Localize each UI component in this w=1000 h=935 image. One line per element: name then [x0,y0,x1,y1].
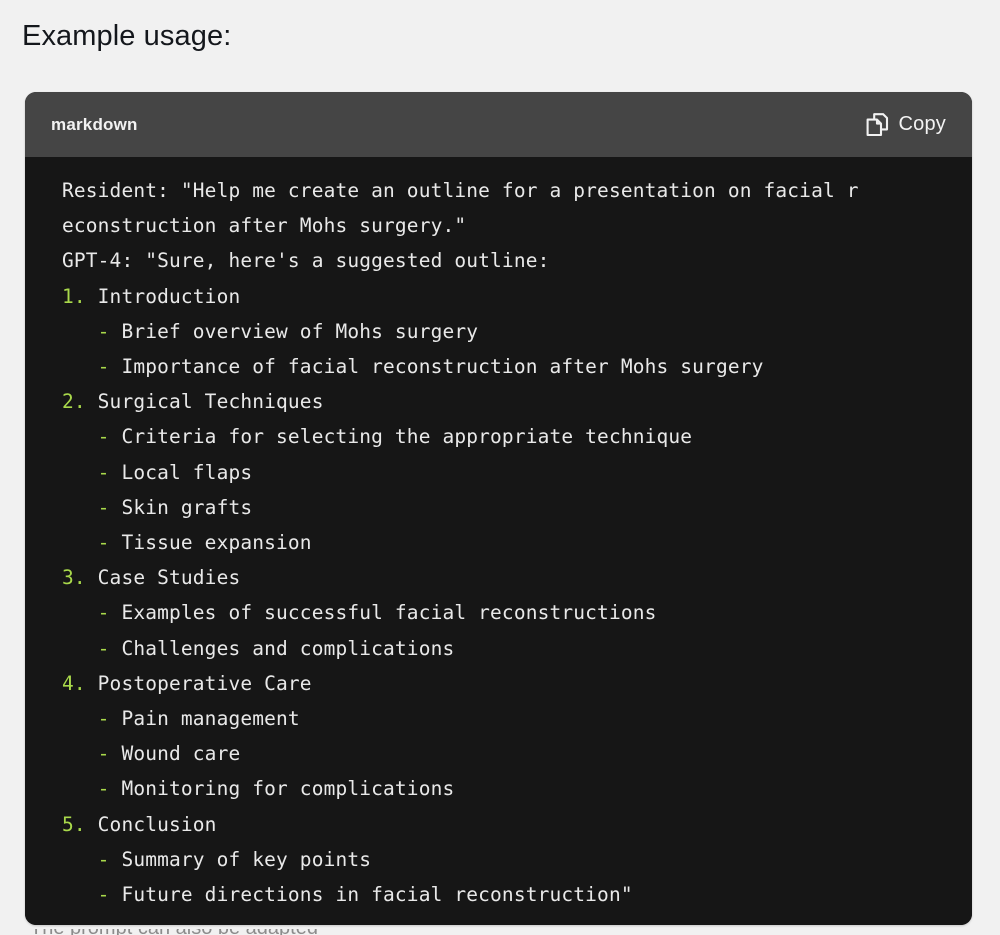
code-block-header: markdown Copy [25,92,972,157]
code-block: markdown Copy Resident: "Help me create … [25,92,972,925]
list-bullet: - [97,319,110,343]
code-line: - Tissue expansion [37,525,972,560]
code-language-label: markdown [51,114,138,134]
code-line-text: Challenges and complications [109,636,455,660]
code-line-text: Postoperative Care [85,671,312,695]
code-line-text: Conclusion [85,812,217,836]
list-bullet: - [97,636,110,660]
list-bullet: - [97,601,110,625]
code-line: - Pain management [37,701,972,736]
code-line: - Wound care [37,736,972,771]
list-number: 5. [62,812,86,836]
code-line: 1. Introduction [37,279,972,314]
code-line: - Criteria for selecting the appropriate… [37,419,972,454]
list-bullet: - [97,460,110,484]
code-line-text: Summary of key points [109,847,372,871]
code-line: - Monitoring for complications [37,771,972,806]
code-line-text: Monitoring for complications [109,777,455,801]
code-line-text: Wound care [109,742,241,766]
code-line-text: Future directions in facial reconstructi… [109,883,633,907]
list-bullet: - [97,425,110,449]
code-line: GPT-4: "Sure, here's a suggested outline… [37,243,972,278]
code-line: - Brief overview of Mohs surgery [37,314,972,349]
code-line-text: Examples of successful facial reconstruc… [109,601,657,625]
code-line: 2. Surgical Techniques [37,384,972,419]
code-line-text: Case Studies [85,566,241,590]
code-line: - Summary of key points [37,842,972,877]
copy-button[interactable]: Copy [861,108,951,142]
copy-icon [865,112,889,138]
code-line-text: Importance of facial reconstruction afte… [109,355,764,379]
list-bullet: - [97,531,110,555]
code-line-text: Tissue expansion [109,531,312,555]
copy-button-label: Copy [898,113,946,135]
cut-off-text-below: The prompt can also be adapted [0,929,1000,935]
code-line: 4. Postoperative Care [37,666,972,701]
code-line: - Skin grafts [37,490,972,525]
code-line-text: econstruction after Mohs surgery." [62,214,467,238]
code-line: 3. Case Studies [37,560,972,595]
list-number: 4. [62,671,86,695]
code-line-text: Pain management [109,707,300,731]
code-line: - Challenges and complications [37,631,972,666]
code-line: - Importance of facial reconstruction af… [37,349,972,384]
list-bullet: - [97,355,110,379]
code-content[interactable]: Resident: "Help me create an outline for… [25,157,972,925]
code-line-text: Local flaps [109,460,253,484]
code-line-text: Brief overview of Mohs surgery [109,319,479,343]
page-title: Example usage: [22,20,232,52]
code-line: - Local flaps [37,455,972,490]
list-number: 1. [62,284,86,308]
list-bullet: - [97,847,110,871]
list-bullet: - [97,777,110,801]
code-line-text: Introduction [85,284,241,308]
code-line-text: Criteria for selecting the appropriate t… [109,425,693,449]
list-number: 3. [62,566,86,590]
list-bullet: - [97,707,110,731]
code-line: - Examples of successful facial reconstr… [37,595,972,630]
code-line: Resident: "Help me create an outline for… [37,173,972,208]
code-line-text: Surgical Techniques [85,390,324,414]
code-line: 5. Conclusion [37,807,972,842]
code-line: econstruction after Mohs surgery." [37,208,972,243]
code-line: - Future directions in facial reconstruc… [37,877,972,912]
code-line-text: Skin grafts [109,495,253,519]
list-bullet: - [97,742,110,766]
code-line-text: Resident: "Help me create an outline for… [62,179,859,202]
code-line-text: GPT-4: "Sure, here's a suggested outline… [62,249,550,273]
list-number: 2. [62,390,86,414]
list-bullet: - [97,495,110,519]
list-bullet: - [97,883,110,907]
